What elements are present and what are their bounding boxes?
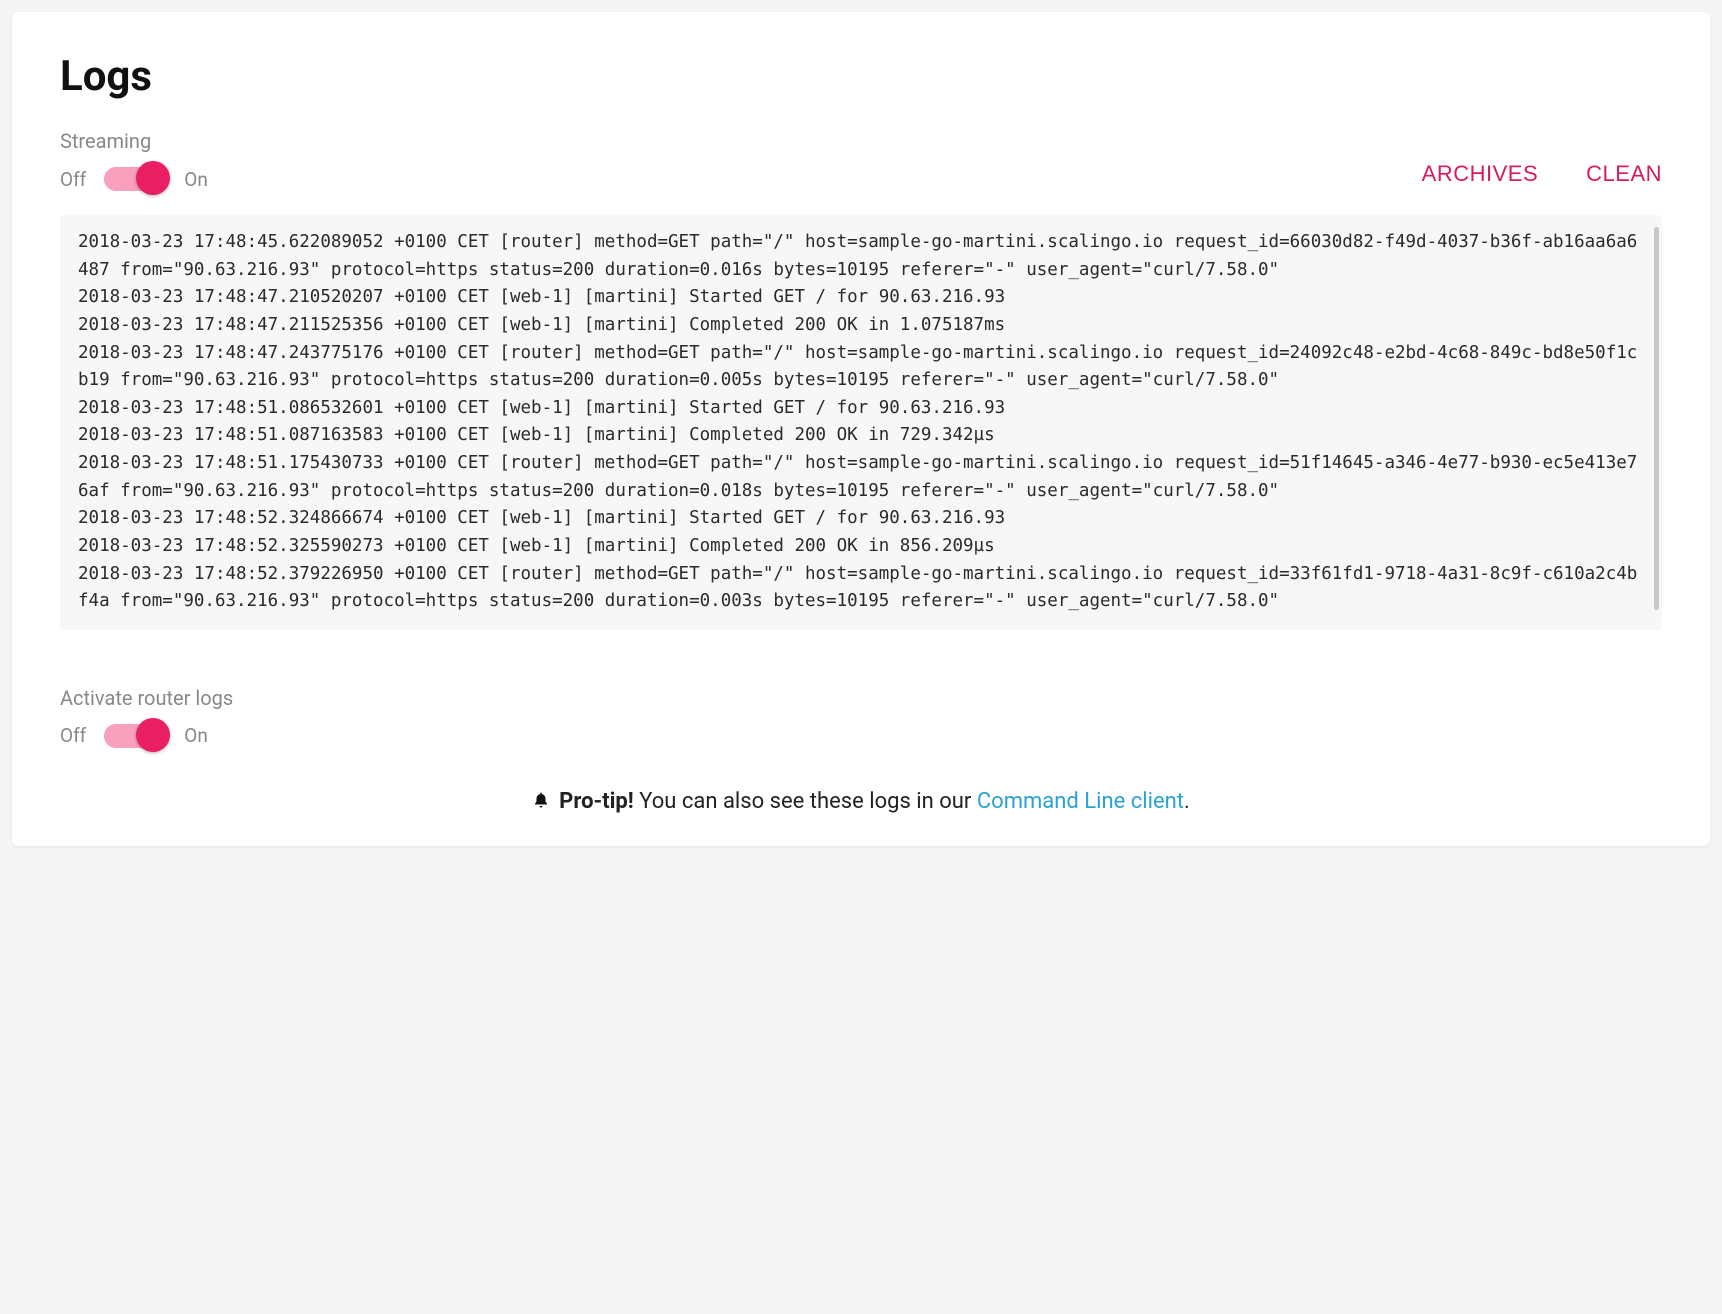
- log-output[interactable]: 2018-03-23 17:48:45.622089052 +0100 CET …: [60, 215, 1662, 630]
- router-logs-off-label: Off: [60, 724, 86, 747]
- streaming-off-label: Off: [60, 168, 86, 191]
- logs-card: Logs Streaming Off On ARCHIVES CLEAN 201…: [12, 12, 1710, 846]
- streaming-control-row: Streaming Off On ARCHIVES CLEAN: [60, 129, 1662, 191]
- router-logs-toggle-line: Off On: [60, 724, 1662, 748]
- clean-button[interactable]: CLEAN: [1586, 161, 1662, 187]
- action-buttons: ARCHIVES CLEAN: [1422, 161, 1662, 191]
- streaming-toggle-line: Off On: [60, 167, 208, 191]
- router-logs-on-label: On: [184, 724, 208, 747]
- archives-button[interactable]: ARCHIVES: [1422, 161, 1538, 187]
- command-line-link[interactable]: Command Line client: [977, 789, 1184, 814]
- pro-tip-prefix: Pro-tip!: [559, 789, 634, 814]
- streaming-on-label: On: [184, 168, 208, 191]
- bell-icon: [532, 788, 555, 812]
- pro-tip: Pro-tip! You can also see these logs in …: [60, 788, 1662, 814]
- page-title: Logs: [60, 52, 1662, 101]
- pro-tip-text-after: .: [1184, 789, 1190, 814]
- router-logs-toggle-block: Activate router logs Off On: [60, 686, 1662, 748]
- streaming-toggle-knob: [136, 161, 170, 195]
- streaming-toggle[interactable]: [104, 167, 166, 191]
- pro-tip-text-before: You can also see these logs in our: [634, 789, 977, 814]
- streaming-toggle-block: Streaming Off On: [60, 129, 208, 191]
- router-logs-toggle-knob: [136, 718, 170, 752]
- streaming-label: Streaming: [60, 129, 208, 153]
- router-logs-toggle[interactable]: [104, 724, 166, 748]
- router-logs-label: Activate router logs: [60, 686, 1662, 710]
